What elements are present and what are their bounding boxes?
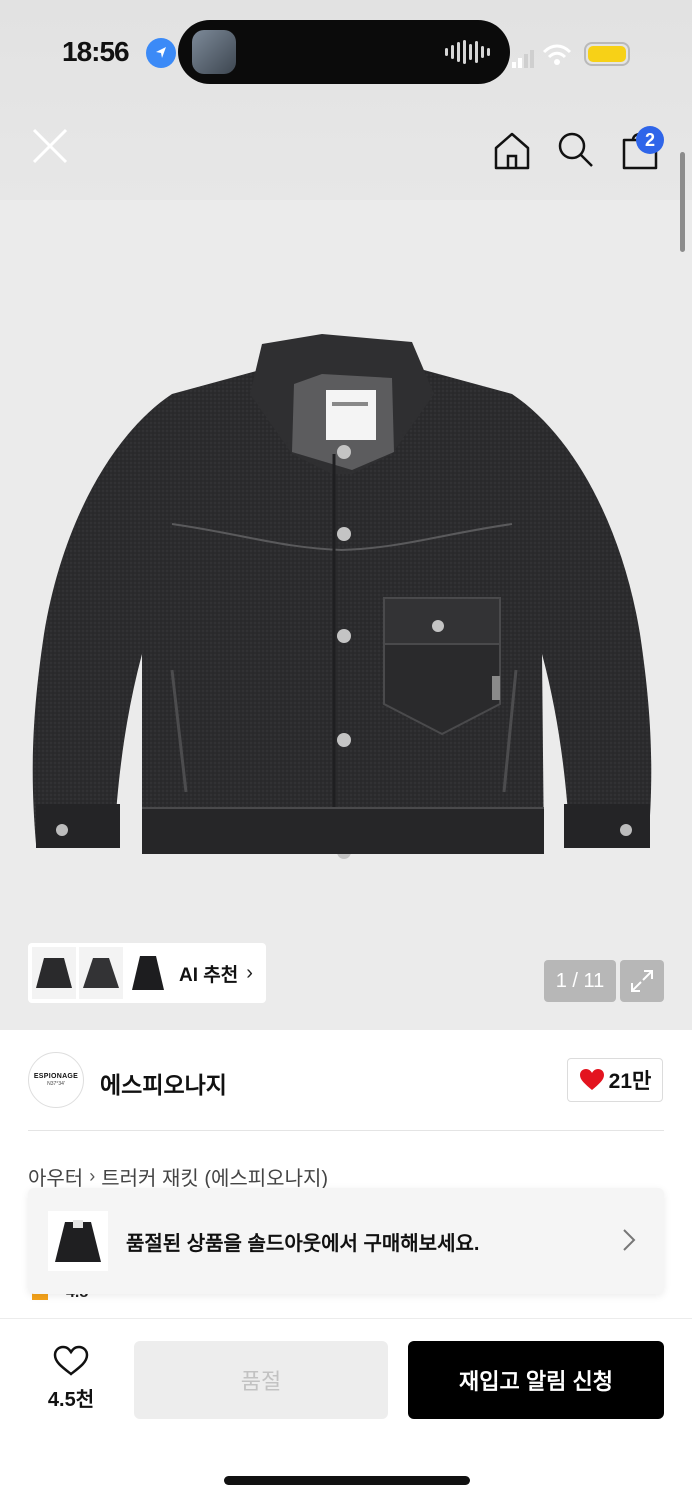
- restock-alert-button[interactable]: 재입고 알림 신청: [408, 1341, 664, 1419]
- wishlist-button[interactable]: 4.5천: [36, 1345, 106, 1421]
- status-bar: 18:56: [0, 18, 692, 88]
- breadcrumb: 아우터 › 트러커 재킷 (에스피오나지): [28, 1162, 328, 1191]
- battery-icon: [584, 42, 630, 66]
- status-time: 18:56: [62, 36, 130, 67]
- banner-product-thumbnail: [48, 1211, 108, 1271]
- ai-thumbnail[interactable]: [32, 947, 76, 999]
- brand-logo[interactable]: ESPIONAGE N37°34': [28, 1052, 84, 1108]
- dynamic-island[interactable]: [178, 20, 510, 84]
- soldout-banner-text: 품절된 상품을 솔드아웃에서 구매해보세요.: [126, 1232, 480, 1255]
- chevron-right-icon: [623, 1229, 636, 1251]
- heart-outline-icon: [53, 1345, 89, 1376]
- search-icon: [558, 132, 593, 167]
- cellular-signal-icon: [512, 50, 534, 68]
- home-button[interactable]: [490, 128, 534, 172]
- close-icon: [32, 128, 68, 164]
- product-photo[interactable]: [22, 334, 662, 874]
- chevron-right-icon: ›: [246, 961, 253, 984]
- image-pager: 1 / 11: [544, 960, 616, 1002]
- soldout-button: 품절: [134, 1341, 388, 1419]
- cart-count-badge: 2: [636, 126, 664, 154]
- chevron-right-icon: ›: [89, 1166, 96, 1186]
- brand-like-button[interactable]: 21만: [567, 1058, 663, 1102]
- wishlist-count: 4.5천: [47, 1389, 95, 1411]
- search-button[interactable]: [554, 128, 596, 170]
- home-icon: [494, 132, 530, 170]
- home-indicator[interactable]: [224, 1476, 470, 1485]
- ai-thumbnail[interactable]: [79, 947, 123, 999]
- wifi-icon: [542, 44, 572, 65]
- breadcrumb-category[interactable]: 아우터: [28, 1162, 83, 1191]
- ai-thumbnail[interactable]: [126, 947, 170, 999]
- location-arrow-icon: [146, 38, 176, 68]
- heart-filled-icon: [579, 1069, 604, 1090]
- ai-recommend-label: AI 추천: [179, 964, 239, 986]
- breadcrumb-product: 트러커 재킷 (에스피오나지): [101, 1168, 329, 1190]
- close-button[interactable]: [26, 122, 74, 170]
- divider: [28, 1130, 664, 1131]
- brand-row: ESPIONAGE N37°34' 에스피오나지 21만: [0, 1030, 692, 1130]
- brand-like-count: 21만: [608, 1070, 652, 1093]
- ai-recommend-strip[interactable]: AI 추천 ›: [28, 943, 266, 1003]
- soldout-banner[interactable]: 품절된 상품을 솔드아웃에서 구매해보세요.: [28, 1188, 664, 1294]
- expand-icon: [631, 970, 653, 992]
- expand-button[interactable]: [620, 960, 664, 1002]
- audio-wave-icon: [445, 40, 490, 64]
- bottom-action-bar: 4.5천 품절 재입고 알림 신청: [0, 1318, 692, 1500]
- brand-name[interactable]: 에스피오나지: [100, 1066, 227, 1100]
- now-playing-thumbnail: [192, 30, 236, 74]
- scrollbar[interactable]: [680, 152, 685, 252]
